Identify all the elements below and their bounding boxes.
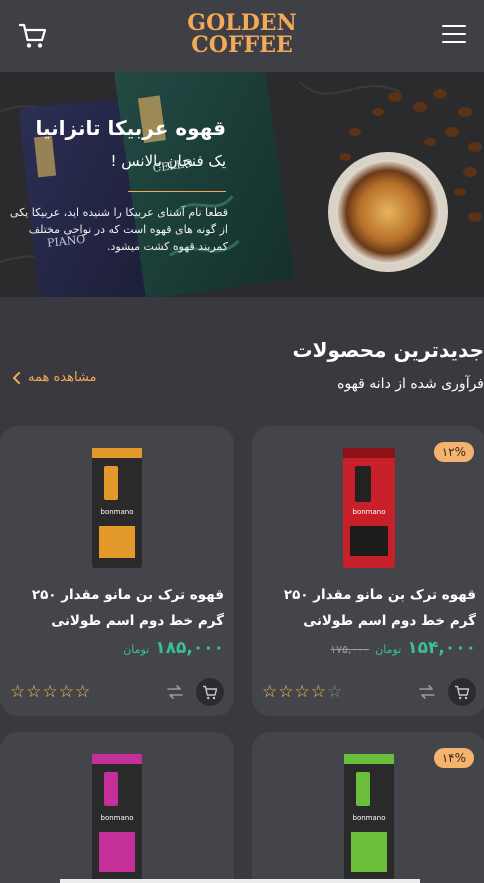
- product-price: ۱۵۴,۰۰۰: [407, 638, 476, 658]
- product-name[interactable]: قهوه ترک بن مانو مقدار ۲۵۰ گرم خط دوم اس…: [12, 582, 224, 634]
- price-row: ۱۸۵,۰۰۰ تومان: [123, 638, 224, 658]
- section-title: جدیدترین محصولات: [292, 338, 484, 362]
- hero-divider: [128, 191, 226, 192]
- cart-icon: [455, 685, 470, 699]
- see-all-link[interactable]: مشاهده همه: [12, 370, 97, 385]
- add-to-cart-button[interactable]: [448, 678, 476, 706]
- star-icon: ☆: [10, 682, 26, 702]
- svg-text:bonmano: bonmano: [353, 508, 386, 516]
- see-all-label: مشاهده همه: [28, 370, 97, 385]
- svg-text:bonmano: bonmano: [101, 508, 134, 516]
- star-icon: ☆: [262, 682, 278, 702]
- brand-logo[interactable]: GOLDEN COFFEE: [0, 12, 484, 56]
- hero-title: قهوه عربیکا تانزانیا: [35, 116, 227, 140]
- section-subtitle: فرآوری شده از دانه قهوه: [337, 376, 484, 392]
- hamburger-menu-button[interactable]: [442, 25, 466, 45]
- product-name[interactable]: قهوه ترک بن مانو مقدار ۲۵۰ گرم خط دوم اس…: [264, 582, 476, 634]
- star-icon: ☆: [75, 682, 91, 702]
- star-icon: ☆: [26, 682, 42, 702]
- price-row: ۱۵۴,۰۰۰ تومان ۱۷۵,۰۰۰: [330, 638, 476, 658]
- compare-icon[interactable]: [166, 684, 184, 700]
- product-card[interactable]: bonmano: [0, 732, 234, 883]
- product-image: bonmano: [343, 448, 395, 568]
- rating-stars: ☆ ☆ ☆ ☆ ☆: [10, 682, 90, 702]
- currency-label: تومان: [123, 643, 150, 656]
- old-price: ۱۷۵,۰۰۰: [330, 643, 370, 656]
- product-image: bonmano: [92, 448, 142, 568]
- chevron-left-icon: [12, 371, 20, 384]
- product-card[interactable]: ۱۴% bonmano: [252, 732, 484, 883]
- product-image: bonmano: [344, 754, 394, 883]
- star-icon: ☆: [294, 682, 310, 702]
- star-icon: ☆: [310, 682, 326, 702]
- app-header: GOLDEN COFFEE: [0, 0, 484, 72]
- add-to-cart-button[interactable]: [196, 678, 224, 706]
- svg-text:bonmano: bonmano: [101, 814, 134, 822]
- star-icon: ☆: [58, 682, 74, 702]
- compare-icon[interactable]: [418, 684, 436, 700]
- hero-subtitle: یک فنجان بالانس !: [110, 152, 226, 170]
- star-icon: ☆: [278, 682, 294, 702]
- hero-description: قطعا نام آشنای عربیکا را شنیده اید، عربی…: [9, 206, 228, 253]
- currency-label: تومان: [375, 643, 402, 656]
- hamburger-menu-icon: [442, 25, 466, 27]
- cart-icon: [203, 685, 218, 699]
- product-price: ۱۸۵,۰۰۰: [155, 638, 224, 658]
- svg-text:bonmano: bonmano: [353, 814, 386, 822]
- star-icon: ☆: [327, 682, 343, 702]
- star-icon: ☆: [42, 682, 58, 702]
- product-image: bonmano: [92, 754, 142, 883]
- hero-banner[interactable]: PIANO CELLO قهوه عربیکا تانزانیا یک فنجا…: [0, 72, 484, 297]
- hero-image: PIANO CELLO: [0, 72, 484, 297]
- product-card[interactable]: bonmano قهوه ترک بن مانو مقدار ۲۵۰ گرم خ…: [0, 426, 234, 716]
- product-card[interactable]: ۱۲% bonmano قهوه ترک بن مانو مقدار ۲۵۰ گ…: [252, 426, 484, 716]
- horizontal-scrollbar[interactable]: [60, 879, 420, 883]
- rating-stars: ☆ ☆ ☆ ☆ ☆: [262, 682, 342, 702]
